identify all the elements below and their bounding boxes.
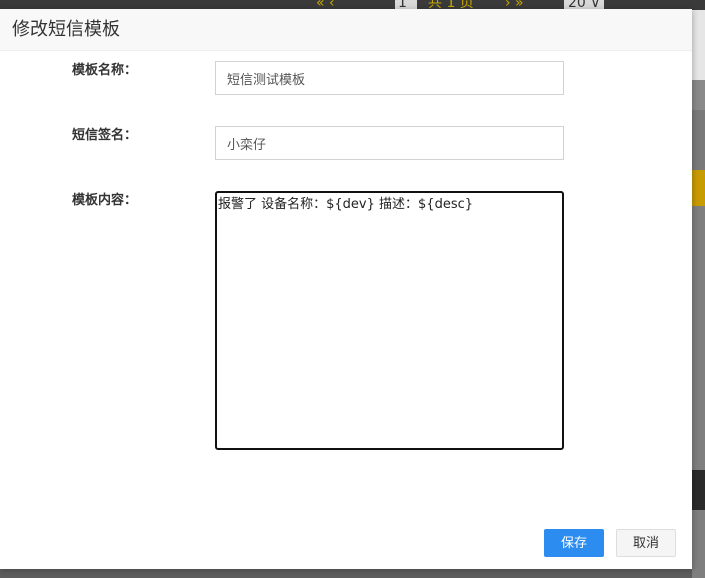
dialog-header: 修改短信模板 [0,9,692,51]
cancel-button[interactable]: 取消 [616,529,676,557]
sms-signature-input[interactable] [215,126,564,160]
background-dark-row [692,470,705,510]
template-content-textarea[interactable]: 报警了 设备名称：${dev} 描述：${desc} [215,191,564,450]
template-content-label: 模板内容： [72,193,138,208]
background-panel-strip-1 [692,10,705,80]
save-button[interactable]: 保存 [544,529,604,557]
template-name-label: 模板名称： [72,63,138,78]
background-panel-strip-5 [692,510,705,578]
sms-signature-label: 短信签名： [72,128,138,143]
background-highlight-row [692,170,705,206]
background-panel-strip-4 [692,206,705,470]
background-panel-strip-2 [692,80,705,110]
dialog-title: 修改短信模板 [12,19,120,40]
background-panel-strip-3 [692,110,705,170]
background-bottom-strip [0,569,692,578]
template-name-input[interactable] [215,61,564,95]
edit-sms-template-dialog: 修改短信模板 模板名称： 短信签名： 模板内容： 报警了 设备名称：${dev}… [0,9,692,569]
